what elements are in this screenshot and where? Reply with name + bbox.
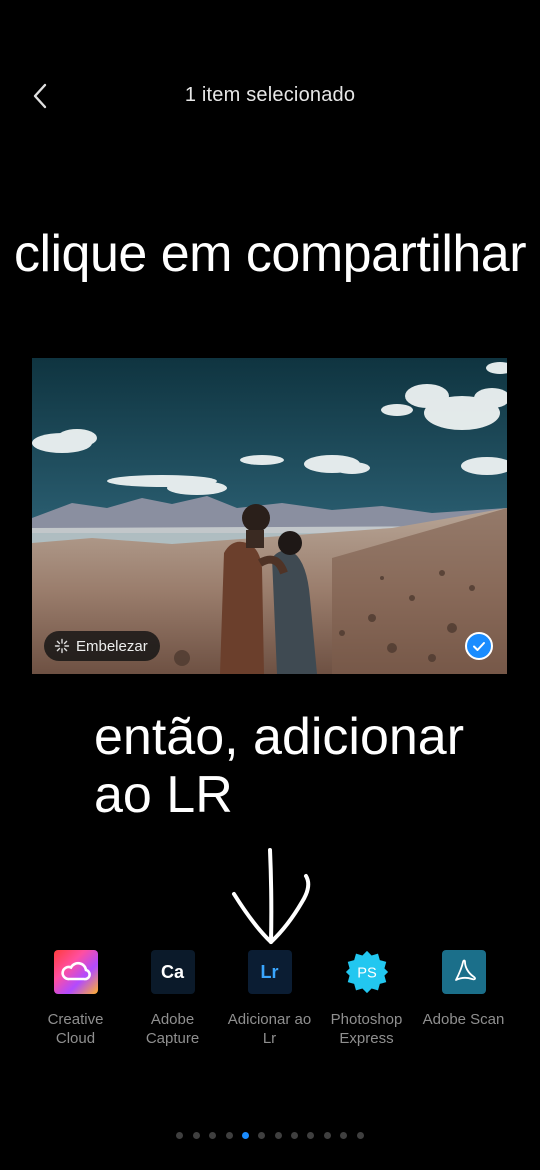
annotation-share-instruction: clique em compartilhar (13, 225, 527, 283)
share-target-label: Adobe Capture (145, 1011, 200, 1047)
page-dot (258, 1132, 266, 1139)
page-dot (291, 1132, 299, 1139)
handdrawn-arrow-icon (232, 848, 311, 944)
share-target-label: Adobe Scan (422, 1011, 505, 1028)
page-dot (307, 1132, 315, 1139)
sparkle-icon (54, 638, 70, 654)
share-target-label: Adicionar ao Lr (227, 1011, 312, 1047)
share-target-photoshop-express[interactable]: PS Photoshop Express (318, 950, 415, 1048)
page-dot (274, 1132, 282, 1139)
page-dot-active (241, 1132, 249, 1139)
photoshop-express-icon: PS (345, 950, 389, 994)
share-target-adobe-capture[interactable]: Ca Adobe Capture (124, 950, 221, 1048)
photo-image (32, 358, 507, 674)
lightroom-icon: Lr (247, 950, 292, 994)
page-indicator (0, 1132, 540, 1139)
page-dot (323, 1132, 331, 1139)
annotation-line-2: ao LR (94, 766, 233, 824)
share-targets-row: Creative Cloud Ca Adobe Capture Lr Adici… (27, 950, 513, 1048)
share-target-creative-cloud[interactable]: Creative Cloud (27, 950, 124, 1048)
page-dot (176, 1132, 184, 1139)
share-target-label: Photoshop Express (330, 1011, 403, 1047)
adobe-scan-icon (441, 950, 486, 994)
page-dot (225, 1132, 233, 1139)
creative-cloud-icon (53, 950, 98, 994)
page-dot (356, 1132, 364, 1139)
annotation-add-to-lr: então, adicionar ao LR (94, 708, 514, 824)
checkmark-icon (473, 642, 485, 651)
page-dot (209, 1132, 217, 1139)
annotation-line-1: então, adicionar (94, 708, 465, 766)
adobe-capture-icon: Ca (150, 950, 195, 994)
page-title: 1 item selecionado (184, 84, 356, 106)
share-target-adobe-scan[interactable]: Adobe Scan (415, 950, 512, 1048)
page-dot (340, 1132, 348, 1139)
selected-checkbox[interactable] (465, 632, 493, 660)
page-dot (192, 1132, 200, 1139)
top-bar: 1 item selecionado (0, 70, 540, 124)
share-target-lightroom[interactable]: Lr Adicionar ao Lr (221, 950, 318, 1048)
selected-photo[interactable]: Embelezar (32, 358, 507, 674)
beautify-button[interactable]: Embelezar (44, 631, 160, 661)
svg-text:PS: PS (357, 966, 377, 982)
share-target-label: Creative Cloud (47, 1011, 104, 1047)
beautify-label: Embelezar (76, 637, 148, 655)
